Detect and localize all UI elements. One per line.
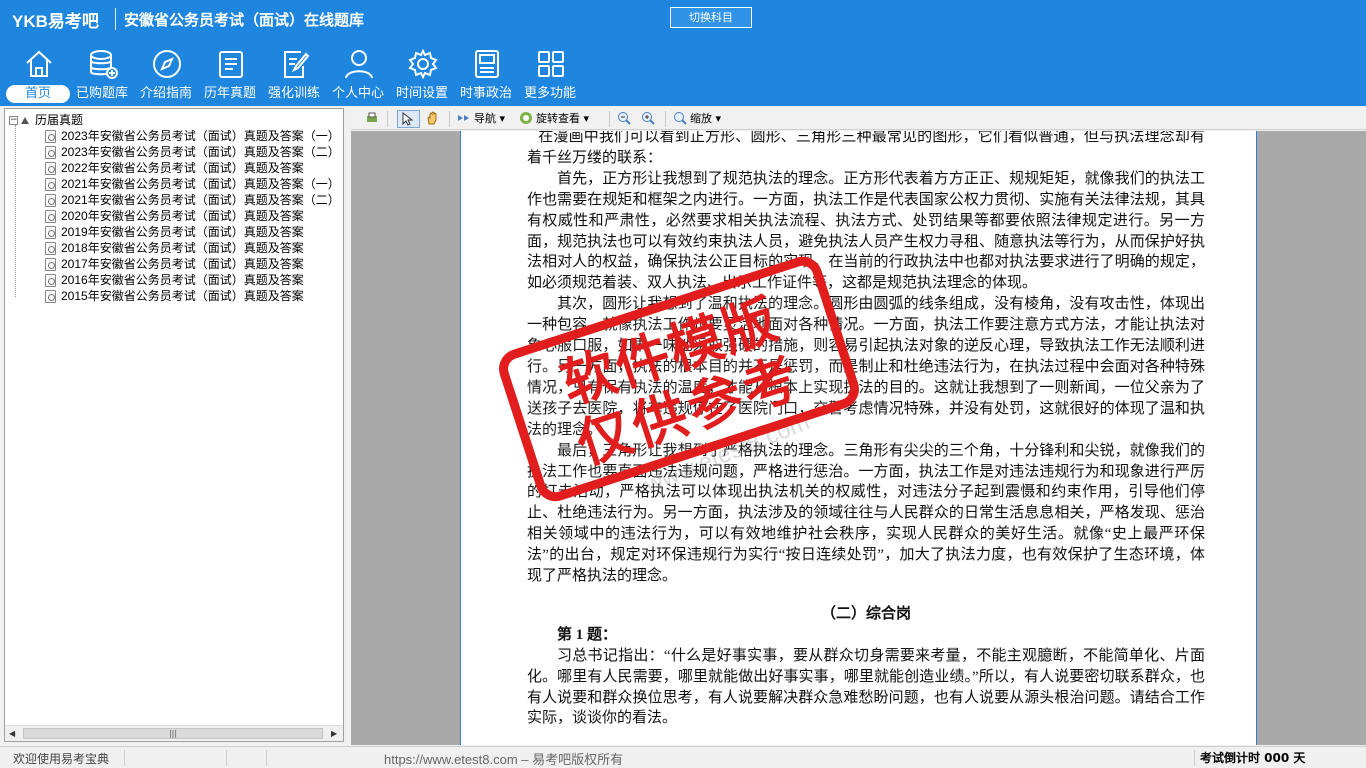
nav-label: 历年真题	[203, 86, 256, 101]
document-icon	[45, 210, 56, 224]
switch-subject-button[interactable]: 切换科目	[670, 7, 752, 28]
copyright-text: https://www.etest8.com – 易考吧版权所有	[384, 752, 624, 767]
tree-item[interactable]: 2022年安徽省公务员考试（面试）真题及答案	[45, 160, 304, 176]
scroll-left-icon[interactable]: ◀	[9, 729, 15, 738]
nav-more[interactable]: 更多功能	[518, 48, 582, 104]
hand-tool-button[interactable]	[425, 110, 442, 128]
gear-icon	[408, 48, 438, 80]
status-divider	[124, 750, 125, 766]
document-icon	[45, 290, 56, 304]
pointer-icon	[402, 112, 414, 126]
nav-label: 介绍指南	[139, 86, 192, 101]
section-heading: （二）综合岗	[820, 605, 911, 622]
navigate-icon	[458, 115, 469, 121]
status-bar: 欢迎使用易考宝典 https://www.etest8.com – 易考吧版权所…	[0, 746, 1366, 768]
collapse-icon[interactable]: −	[9, 116, 18, 125]
rotate-icon	[520, 112, 532, 124]
document-icon	[45, 146, 56, 160]
magnifier-icon	[674, 112, 687, 125]
document-icon	[45, 242, 56, 256]
status-divider	[226, 750, 227, 766]
document-icon	[45, 194, 56, 208]
tree-root[interactable]: − 历届真题	[9, 112, 83, 128]
nav-time-settings[interactable]: 时间设置	[390, 48, 454, 104]
horizontal-scrollbar[interactable]: ◀ ||| ▶	[5, 725, 343, 741]
tree-item[interactable]: 2019年安徽省公务员考试（面试）真题及答案	[45, 224, 304, 240]
question-title: 第 1 题：	[557, 626, 618, 643]
nav-current-affairs[interactable]: 时事政治	[454, 48, 518, 104]
exam-countdown: 考试倒计时 000 天	[1200, 751, 1306, 765]
nav-guide[interactable]: 介绍指南	[134, 48, 198, 104]
print-button[interactable]	[365, 110, 382, 128]
document-icon	[45, 258, 56, 272]
edit-icon	[284, 51, 310, 78]
status-divider	[266, 750, 267, 766]
welcome-text: 欢迎使用易考宝典	[13, 752, 110, 766]
select-tool-button[interactable]	[397, 110, 420, 128]
document-icon	[45, 178, 56, 192]
nav-label: 首页	[6, 85, 70, 103]
nav-label: 时事政治	[459, 86, 512, 101]
tree-item[interactable]: 2021年安徽省公务员考试（面试）真题及答案（二）	[45, 192, 340, 208]
nav-past-papers[interactable]: 历年真题	[198, 48, 262, 104]
nav-label: 已购题库	[75, 86, 128, 101]
news-icon	[475, 50, 499, 78]
nav-training[interactable]: 强化训练	[262, 48, 326, 104]
tree-root-label: 历届真题	[35, 113, 84, 127]
papers-tree: − 历届真题 2023年安徽省公务员考试（面试）真题及答案（一） 2023年安徽省…	[4, 108, 344, 742]
tree-item[interactable]: 2023年安徽省公务员考试（面试）真题及答案（一）	[45, 128, 340, 144]
tree-item[interactable]: 2017年安徽省公务员考试（面试）真题及答案	[45, 256, 304, 272]
hand-icon	[427, 111, 437, 125]
zoom-out-button[interactable]	[617, 110, 634, 128]
rotate-view-menu[interactable]: 旋转查看 ▾	[519, 110, 589, 128]
question-body: 习总书记指出：“什么是好事实事，要从群众切身需要来考量，不能主观臆断，不能简单化…	[527, 647, 1205, 727]
tree-item[interactable]: 2020年安徽省公务员考试（面试）真题及答案	[45, 208, 304, 224]
list-icon	[219, 51, 243, 78]
grid-icon	[538, 51, 564, 77]
tree-item[interactable]: 2023年安徽省公务员考试（面试）真题及答案（二）	[45, 144, 340, 160]
viewer-toolbar: 导航 ▾ 旋转查看 ▾ 缩放 ▾	[351, 108, 1366, 130]
document-icon	[45, 162, 56, 176]
nav-personal[interactable]: 个人中心	[326, 48, 390, 104]
paragraph: 在漫画中我们可以看到正方形、圆形、三角形三种最常见的图形，它们看似普通，但与执法…	[527, 131, 1205, 166]
tree-connector	[15, 125, 16, 297]
tree-item[interactable]: 2016年安徽省公务员考试（面试）真题及答案	[45, 272, 304, 288]
document-viewer[interactable]: 在漫画中我们可以看到正方形、圆形、三角形三种最常见的图形，它们看似普通，但与执法…	[351, 131, 1366, 745]
database-icon	[90, 50, 118, 79]
status-divider	[1194, 750, 1195, 766]
top-header: YKB易考吧 安徽省公务员考试（面试）在线题库 切换科目 首页 已购题库 介绍指…	[0, 0, 1366, 106]
document-icon	[45, 130, 56, 144]
document-icon	[45, 274, 56, 288]
navigate-menu[interactable]: 导航 ▾	[457, 110, 505, 128]
nav-home[interactable]: 首页	[6, 48, 70, 104]
logo-divider	[115, 8, 116, 30]
print-icon	[367, 112, 377, 122]
home-icon	[26, 50, 52, 77]
nav-purchased[interactable]: 已购题库	[70, 48, 134, 104]
app-logo: YKB易考吧	[12, 12, 99, 31]
document-icon	[45, 226, 56, 240]
app-title: 安徽省公务员考试（面试）在线题库	[124, 11, 365, 29]
scroll-right-icon[interactable]: ▶	[331, 729, 337, 738]
compass-icon	[153, 50, 181, 78]
folder-icon	[21, 117, 29, 124]
tree-item[interactable]: 2018年安徽省公务员考试（面试）真题及答案	[45, 240, 304, 256]
nav-label: 时间设置	[395, 86, 448, 101]
zoom-in-button[interactable]	[641, 110, 658, 128]
nav-label: 更多功能	[523, 86, 576, 101]
paragraph: 首先，正方形让我想到了规范执法的理念。正方形代表着方方正正、规规矩矩，就像我们的…	[527, 170, 1205, 292]
zoom-out-icon	[618, 112, 631, 125]
tree-item[interactable]: 2015年安徽省公务员考试（面试）真题及答案	[45, 288, 304, 304]
scrollbar-thumb[interactable]: |||	[23, 728, 323, 739]
user-icon	[345, 50, 373, 79]
nav-label: 强化训练	[267, 86, 320, 101]
zoom-in-icon	[642, 112, 655, 125]
zoom-menu[interactable]: 缩放 ▾	[673, 110, 721, 128]
nav-label: 个人中心	[331, 86, 384, 101]
tree-item[interactable]: 2021年安徽省公务员考试（面试）真题及答案（一）	[45, 176, 340, 192]
